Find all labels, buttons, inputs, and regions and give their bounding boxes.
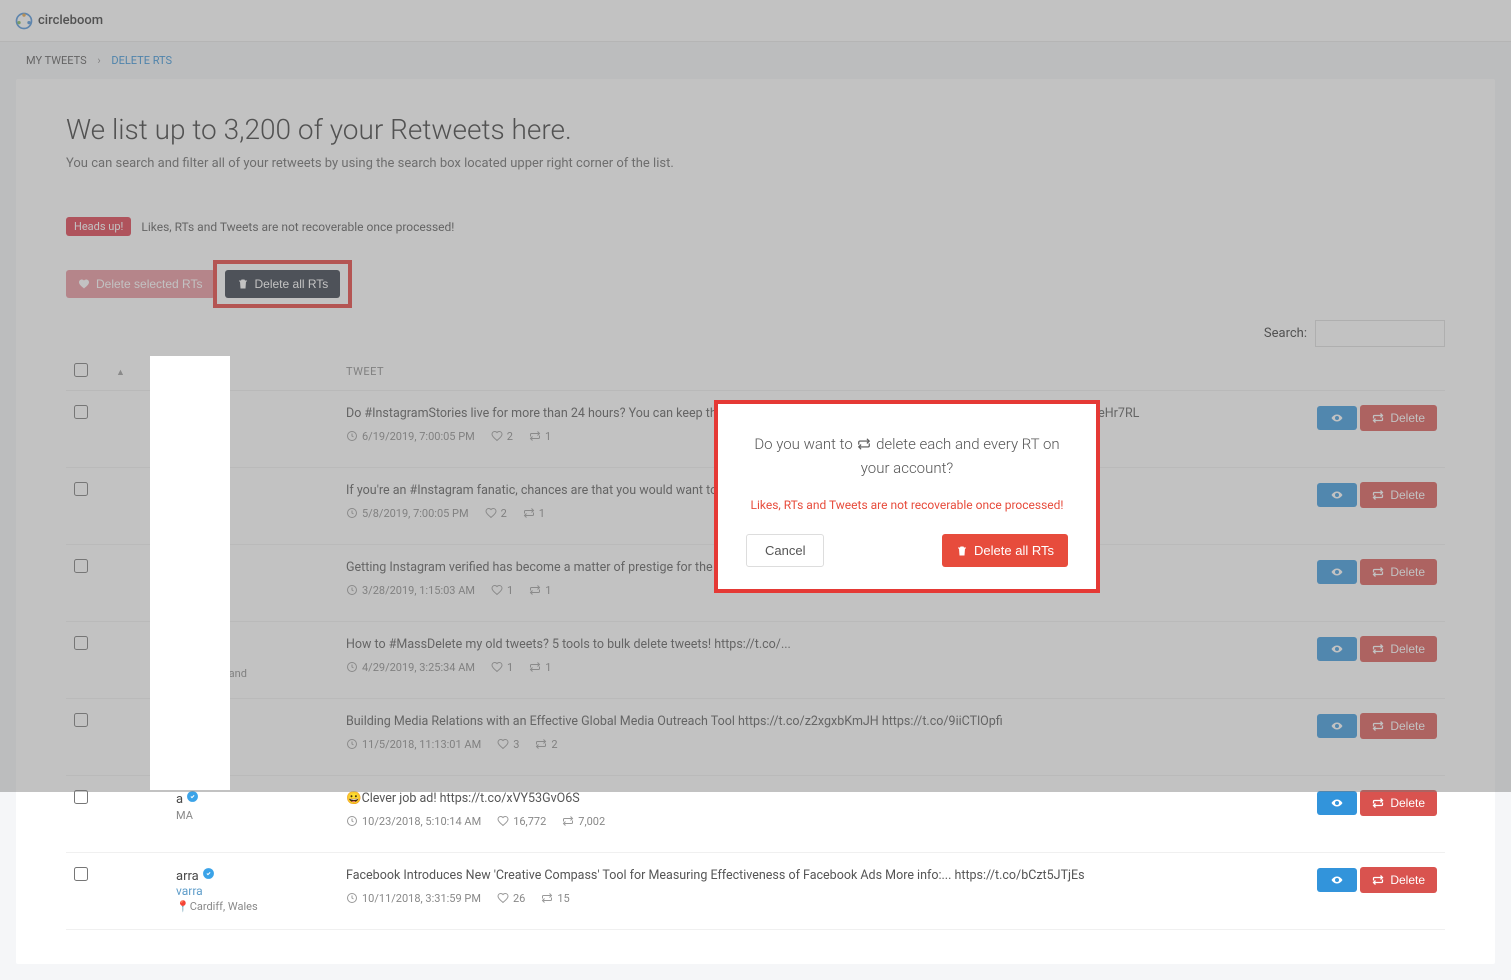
modal-question: Do you want to delete each and every RT … [746,432,1068,480]
tweet-likes: 26 [497,892,525,905]
retweet-icon [562,815,574,827]
highlight-modal: Do you want to delete each and every RT … [714,400,1100,593]
cancel-button[interactable]: Cancel [746,534,824,567]
view-button[interactable] [1317,791,1357,815]
retweet-icon [1372,874,1384,886]
delete-row-button[interactable]: Delete [1360,867,1437,893]
avatar [112,790,160,838]
user-handle[interactable]: varra [176,884,330,898]
trash-icon [956,545,968,557]
tweet-text: Facebook Introduces New 'Creative Compas… [346,867,1287,886]
verified-icon [202,867,215,880]
tweet-rts: 7,002 [562,815,605,828]
tweet-rts: 15 [541,892,569,905]
name-cell: arra varra 📍Cardiff, Wales [168,853,338,930]
redaction-block [150,356,230,790]
user-name: arra [176,867,330,884]
confirm-modal: Do you want to delete each and every RT … [718,404,1096,589]
retweet-icon [856,437,872,451]
retweet-icon [1372,797,1384,809]
row-actions: Delete [1295,853,1445,930]
tweet-text: 😀Clever job ad! https://t.co/xVY53GvO6S [346,790,1287,809]
heart-icon [497,815,509,827]
tweet-meta: 10/23/2018, 5:10:14 AM 16,772 7,002 [346,815,1287,828]
clock-icon [346,815,358,827]
view-button[interactable] [1317,868,1357,892]
tweet-likes: 16,772 [497,815,546,828]
tweet-date: 10/11/2018, 3:31:59 PM [346,892,481,905]
heart-icon [497,892,509,904]
row-checkbox[interactable] [74,867,88,881]
delete-row-button[interactable]: Delete [1360,790,1437,816]
clock-icon [346,892,358,904]
modal-warning: Likes, RTs and Tweets are not recoverabl… [746,498,1068,512]
retweet-icon [541,892,553,904]
tweet-meta: 10/11/2018, 3:31:59 PM 26 15 [346,892,1287,905]
avatar [112,867,160,915]
row-checkbox[interactable] [74,790,88,804]
user-name: a [176,790,330,807]
confirm-delete-all-button[interactable]: Delete all RTs [942,534,1068,567]
user-location: 📍Cardiff, Wales [176,900,330,913]
tweet-cell: Facebook Introduces New 'Creative Compas… [338,853,1295,930]
eye-icon [1329,874,1345,886]
eye-icon [1329,797,1345,809]
tweet-date: 10/23/2018, 5:10:14 AM [346,815,481,828]
user-location: MA [176,809,330,822]
table-row: arra varra 📍Cardiff, Wales Facebook Introd… [66,853,1445,930]
